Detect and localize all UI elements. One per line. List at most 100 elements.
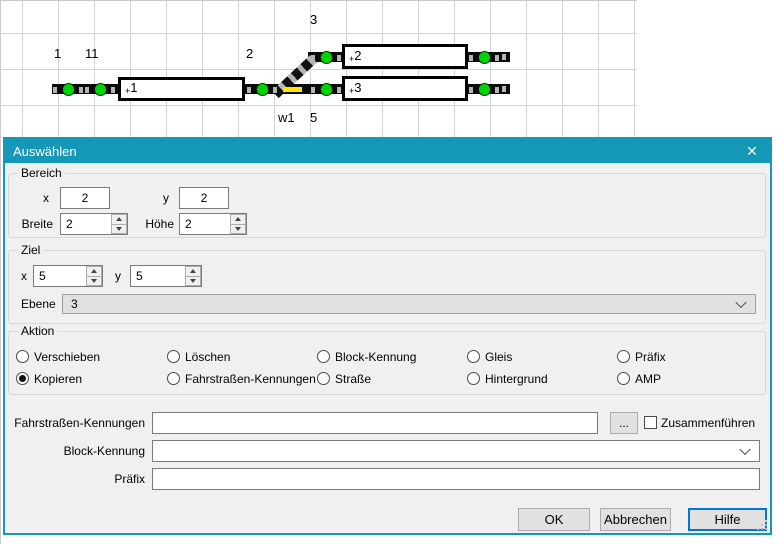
dialog-titlebar[interactable]: Auswählen ✕: [5, 139, 770, 163]
ebene-dropdown[interactable]: 3: [62, 294, 756, 314]
bereich-y-input[interactable]: [179, 187, 229, 209]
radio-kopieren-label[interactable]: Kopieren: [34, 371, 82, 387]
radio-praefix[interactable]: [617, 350, 630, 363]
ziel-y-stepper[interactable]: 5: [130, 265, 202, 287]
fahrstrassen-kennungen-label: Fahrstraßen-Kennungen: [5, 412, 145, 434]
block-kennung-label: Block-Kennung: [5, 440, 145, 462]
dialog-title: Auswählen: [13, 144, 77, 159]
rail-tie: [79, 87, 83, 93]
radio-strasse[interactable]: [317, 372, 330, 385]
track-label-w1: w1: [278, 111, 295, 125]
hilfe-button[interactable]: Hilfe: [688, 508, 767, 531]
ziel-x-value: 5: [39, 266, 46, 286]
ziel-x-label: x: [21, 265, 27, 287]
stepper-up-icon[interactable]: [185, 266, 201, 276]
group-ziel-legend: Ziel: [18, 243, 43, 258]
rail-tie: [495, 87, 499, 93]
application-window: +1 +2 +3 1 11 2 3 w1 5 Auswählen ✕ Berei…: [0, 0, 778, 544]
block-number: 3: [354, 80, 361, 95]
track-label-3: 3: [310, 13, 317, 27]
block-kennung-dropdown[interactable]: [152, 440, 760, 462]
group-aktion-legend: Aktion: [18, 324, 57, 339]
praefix-input[interactable]: [152, 468, 760, 490]
ziel-x-stepper[interactable]: 5: [33, 265, 103, 287]
block-label: +3: [349, 83, 362, 98]
abbrechen-button[interactable]: Abbrechen: [600, 508, 671, 531]
radio-gleis[interactable]: [467, 350, 480, 363]
stepper-down-icon[interactable]: [86, 276, 102, 287]
rail-tie: [502, 54, 506, 60]
signal-icon: [85, 83, 115, 96]
track-grid-canvas[interactable]: +1 +2 +3 1 11 2 3 w1 5: [0, 0, 637, 138]
rail-tie: [273, 87, 277, 93]
rail-tie: [337, 87, 341, 93]
breite-value: 2: [66, 214, 73, 234]
block-box-3: +3: [342, 76, 468, 101]
block-number: 2: [354, 48, 361, 63]
hoehe-stepper[interactable]: 2: [179, 213, 247, 235]
rail-tie: [502, 86, 506, 92]
ziel-y-label: y: [115, 265, 121, 287]
stepper-down-icon[interactable]: [185, 276, 201, 287]
radio-hintergrund[interactable]: [467, 372, 480, 385]
bereich-x-input[interactable]: [60, 187, 110, 209]
radio-verschieben-label[interactable]: Verschieben: [34, 349, 100, 365]
radio-verschieben[interactable]: [16, 350, 29, 363]
signal-icon: [469, 83, 499, 96]
radio-block-kennung[interactable]: [317, 350, 330, 363]
radio-kopieren[interactable]: [16, 372, 29, 385]
radio-strasse-label[interactable]: Straße: [335, 371, 371, 387]
ziel-y-value: 5: [136, 266, 143, 286]
radio-loeschen-label[interactable]: Löschen: [185, 349, 230, 365]
ebene-label: Ebene: [21, 294, 56, 314]
block-label: +1: [125, 83, 138, 98]
radio-fahrstrassen-kennungen-label[interactable]: Fahrstraßen-Kennungen: [185, 371, 316, 387]
ebene-value: 3: [71, 295, 78, 313]
stepper-up-icon[interactable]: [230, 214, 246, 224]
hoehe-label: Höhe: [125, 213, 174, 235]
radio-block-kennung-label[interactable]: Block-Kennung: [335, 349, 416, 365]
rail-tie: [469, 55, 473, 61]
signal-lamp-green: [62, 83, 75, 96]
radio-praefix-label[interactable]: Präfix: [635, 349, 666, 365]
rail-tie: [337, 55, 341, 61]
close-icon[interactable]: ✕: [738, 139, 766, 163]
auswaehlen-dialog: Auswählen ✕ Bereich x y Breite 2 Höhe 2 …: [3, 137, 772, 535]
signal-lamp-green: [478, 51, 491, 64]
ok-button[interactable]: OK: [518, 508, 590, 531]
radio-amp[interactable]: [617, 372, 630, 385]
bereich-y-label: y: [163, 187, 169, 209]
rail-tie: [311, 87, 315, 93]
radio-gleis-label[interactable]: Gleis: [485, 349, 512, 365]
resize-grip[interactable]: [765, 528, 767, 530]
breite-stepper[interactable]: 2: [60, 213, 128, 235]
rail-tie: [495, 55, 499, 61]
breite-label: Breite: [5, 213, 53, 235]
praefix-label: Präfix: [5, 468, 145, 490]
signal-icon: [53, 83, 83, 96]
block-number: 1: [130, 80, 137, 95]
radio-amp-label[interactable]: AMP: [635, 371, 661, 387]
stepper-up-icon[interactable]: [86, 266, 102, 276]
rail-tie: [111, 87, 115, 93]
radio-loeschen[interactable]: [167, 350, 180, 363]
block-box-1: +1: [118, 77, 245, 101]
zusammenfuehren-checkbox[interactable]: [644, 416, 657, 429]
bereich-x-label: x: [43, 187, 49, 209]
rail-tie: [247, 87, 251, 93]
signal-lamp-green: [256, 83, 269, 96]
radio-fahrstrassen-kennungen[interactable]: [167, 372, 180, 385]
radio-hintergrund-label[interactable]: Hintergrund: [485, 371, 548, 387]
stepper-buttons: [230, 214, 246, 234]
more-button[interactable]: ...: [610, 412, 638, 434]
rail-tie: [85, 87, 89, 93]
fahrstrassen-kennungen-input[interactable]: [152, 412, 598, 434]
hoehe-value: 2: [185, 214, 192, 234]
signal-lamp-green: [478, 83, 491, 96]
signal-icon: [247, 83, 277, 96]
signal-icon: [311, 51, 341, 64]
stepper-down-icon[interactable]: [230, 224, 246, 235]
zusammenfuehren-label[interactable]: Zusammenführen: [661, 415, 755, 431]
signal-lamp-green: [320, 51, 333, 64]
stepper-buttons: [86, 266, 102, 286]
